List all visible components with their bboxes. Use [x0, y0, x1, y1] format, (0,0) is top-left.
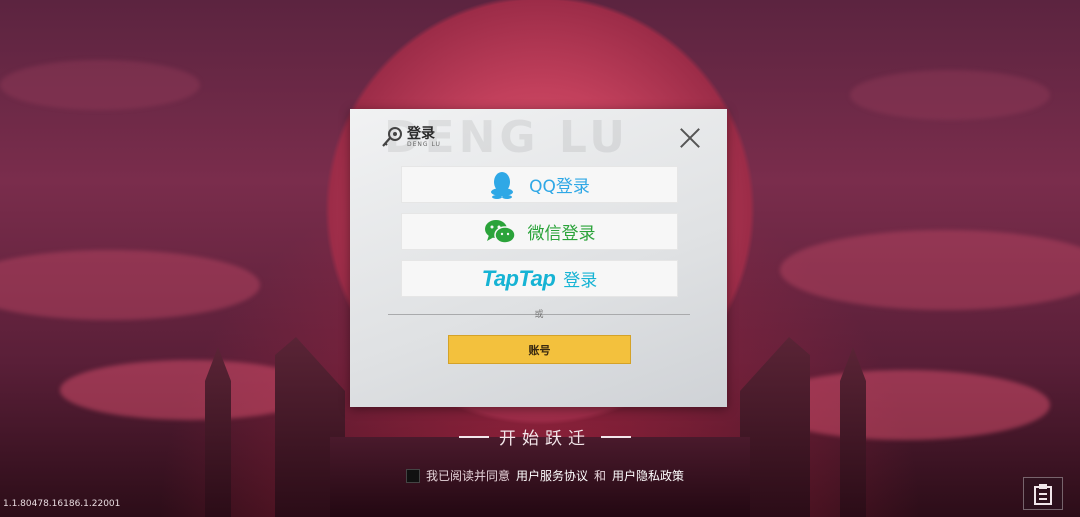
- wechat-icon: [484, 219, 516, 244]
- taptap-logo: TapTap: [481, 265, 556, 291]
- agreement-prefix: 我已阅读并同意: [426, 469, 511, 483]
- castle-spire: [840, 347, 866, 517]
- service-agreement-link[interactable]: 用户服务协议: [516, 467, 588, 484]
- or-separator: 或: [534, 310, 544, 320]
- dialog-title-sub: DENG LU: [407, 140, 441, 148]
- agreement-and: 和: [594, 469, 607, 483]
- dialog-title: 登录 DENG LU: [380, 125, 441, 149]
- privacy-policy-link[interactable]: 用户隐私政策: [612, 467, 684, 484]
- agreement-checkbox[interactable]: [406, 468, 420, 483]
- taptap-login-button[interactable]: TapTap 登录: [401, 260, 678, 297]
- version-text: 1.1.80478.16186.1.22001: [3, 499, 121, 509]
- castle-spire: [205, 347, 231, 517]
- start-button[interactable]: 开始跃迁: [450, 424, 640, 449]
- wechat-login-button[interactable]: 微信登录: [401, 213, 678, 250]
- qq-icon: [491, 171, 514, 199]
- qq-login-button[interactable]: QQ登录: [401, 166, 678, 203]
- notice-icon: [1034, 483, 1052, 505]
- start-dash-right: [601, 435, 631, 438]
- account-login-button[interactable]: 账号: [448, 335, 631, 364]
- dialog-title-text: 登录: [407, 125, 435, 142]
- start-dash-left: [459, 435, 489, 438]
- start-label: 开始跃迁: [499, 429, 591, 449]
- key-icon: [382, 127, 402, 147]
- login-dialog: DENG LU 登录 DENG LU QQ登录 微信登录 TapTap 登录 或…: [350, 109, 727, 407]
- notice-button[interactable]: [1023, 477, 1063, 510]
- cloud: [850, 70, 1050, 120]
- cloud: [0, 60, 200, 110]
- close-icon[interactable]: [679, 127, 701, 149]
- qq-login-label: QQ登录: [529, 177, 590, 197]
- agreement-row: 我已阅读并同意 用户服务协议和用户隐私政策: [406, 467, 684, 484]
- wechat-login-label: 微信登录: [527, 224, 596, 244]
- taptap-login-label: 登录: [563, 271, 598, 291]
